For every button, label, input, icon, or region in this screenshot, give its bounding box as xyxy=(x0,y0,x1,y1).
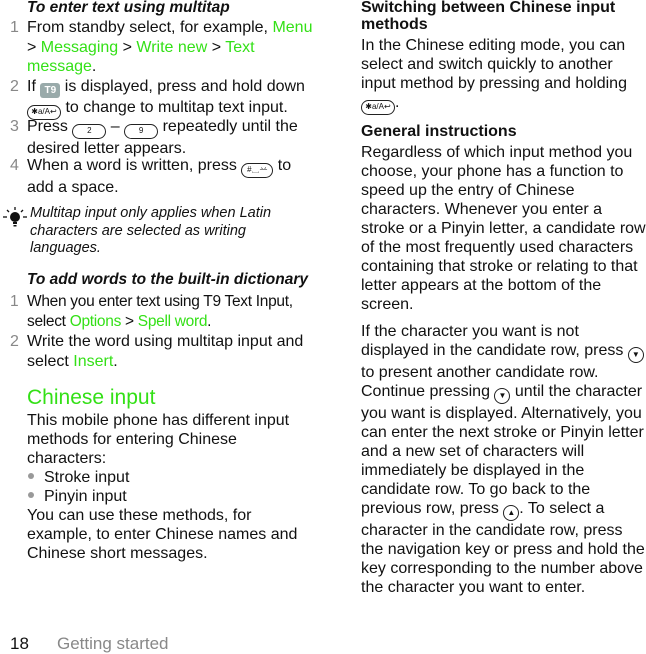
menu-link: Menu xyxy=(272,19,313,36)
hash-key-icon: #␣䒑 xyxy=(241,163,274,178)
multitap-step-1: 1 From standby select, for example, Menu… xyxy=(10,19,313,75)
switching-text: In the Chinese editing mode, you can sel… xyxy=(361,36,646,115)
chinese-outro: You can use these methods, for example, … xyxy=(27,507,298,562)
dictionary-step-2: 2 Write the word using multitap input an… xyxy=(10,333,304,370)
key-2-icon: 2 xyxy=(72,124,107,139)
lightbulb-tip-icon xyxy=(3,207,27,227)
nav-up-icon: ▲ xyxy=(503,505,520,521)
key-9-icon: 9 xyxy=(124,124,159,139)
insert-link: Insert xyxy=(73,352,114,370)
section-title: Getting started xyxy=(57,634,169,653)
options-link: Options xyxy=(69,312,122,330)
general-instructions-heading: General instructions xyxy=(361,123,517,140)
star-key-icon: ✱a/A↩ xyxy=(361,100,395,115)
multitap-step-4: 4 When a word is written, press #␣䒑 to a… xyxy=(10,157,292,196)
bullet-pinyin-input: Pinyin input xyxy=(28,487,127,506)
nav-down-icon: ▼ xyxy=(494,388,511,404)
general-paragraph-2: If the character you want is not display… xyxy=(361,323,645,596)
chinese-input-heading: Chinese input xyxy=(27,386,156,409)
multitap-heading: To enter text using multitap xyxy=(27,0,230,16)
spell-word-link: Spell word xyxy=(137,312,208,330)
t9-icon: T9 xyxy=(40,83,61,98)
chinese-intro: This mobile phone has different input me… xyxy=(27,412,290,467)
write-new-link: Write new xyxy=(136,38,208,56)
dictionary-step-1: 1 When you enter text using T9 Text Inpu… xyxy=(10,293,293,330)
multitap-step-2: 2 If T9 is displayed, press and hold dow… xyxy=(10,77,320,120)
switching-heading: Switching between Chinese input methods xyxy=(361,0,616,33)
nav-down-icon: ▼ xyxy=(627,347,644,363)
tip-note: Multitap input only applies when Latin c… xyxy=(30,205,272,256)
messaging-link: Messaging xyxy=(40,38,119,56)
dictionary-heading: To add words to the built-in dictionary xyxy=(27,271,308,288)
page-number: 18 xyxy=(10,634,29,653)
general-paragraph-1: Regardless of which input method you cho… xyxy=(361,144,646,313)
multitap-step-3: 3 Press 2 – 9 repeatedly until the desir… xyxy=(10,118,298,157)
bullet-stroke-input: Stroke input xyxy=(28,468,129,487)
